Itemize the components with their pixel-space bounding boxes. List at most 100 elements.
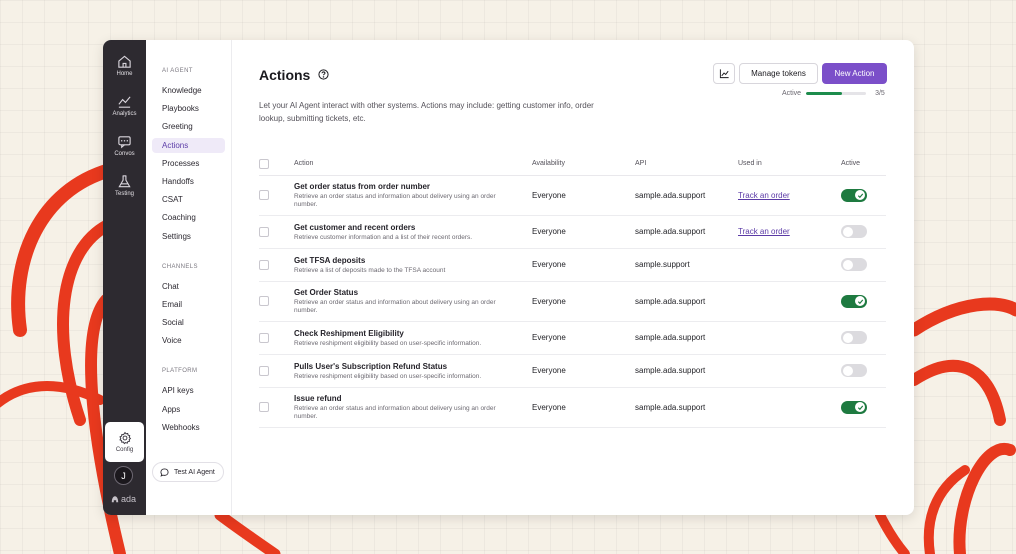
row-action-cell: Get customer and recent orders Retrieve … <box>294 215 532 249</box>
table-row[interactable]: Get TFSA deposits Retrieve a list of dep… <box>259 248 886 282</box>
row-select-cell <box>259 387 294 428</box>
used-in-link[interactable]: Track an order <box>738 227 790 236</box>
used-in-link[interactable]: Track an order <box>738 191 790 200</box>
nav-item-handoffs[interactable]: Handoffs <box>152 174 225 189</box>
rail-item-convos[interactable]: Convos <box>103 134 146 157</box>
rail-item-config[interactable]: Config <box>105 422 144 462</box>
help-icon[interactable] <box>318 69 329 80</box>
nav-item-chat[interactable]: Chat <box>152 279 225 294</box>
nav-item-coaching[interactable]: Coaching <box>152 210 225 225</box>
rail-item-testing[interactable]: Testing <box>103 174 146 197</box>
page-title: Actions <box>259 67 311 83</box>
action-name[interactable]: Pulls User's Subscription Refund Status <box>294 361 532 372</box>
nav-item-processes[interactable]: Processes <box>152 156 225 171</box>
action-name[interactable]: Get customer and recent orders <box>294 222 532 233</box>
active-toggle[interactable] <box>841 225 867 238</box>
row-availability: Everyone <box>532 175 635 216</box>
rail-item-home[interactable]: Home <box>103 54 146 77</box>
avatar[interactable]: J <box>114 466 133 485</box>
nav-item-greeting[interactable]: Greeting <box>152 119 225 134</box>
table-row[interactable]: Get customer and recent orders Retrieve … <box>259 215 886 249</box>
active-toggle[interactable] <box>841 258 867 271</box>
row-select-cell <box>259 215 294 249</box>
row-checkbox[interactable] <box>259 332 269 343</box>
table-row[interactable]: Get order status from order number Retri… <box>259 175 886 216</box>
action-name[interactable]: Get order status from order number <box>294 181 532 192</box>
new-action-button[interactable]: New Action <box>822 63 887 84</box>
action-description: Retrieve an order status and information… <box>294 299 496 314</box>
table-row[interactable]: Check Reshipment Eligibility Retrieve re… <box>259 321 886 355</box>
rail-item-analytics[interactable]: Analytics <box>103 94 146 117</box>
row-availability: Everyone <box>532 281 635 322</box>
line-chart-icon <box>719 69 729 79</box>
nav-item-apps[interactable]: Apps <box>152 402 225 417</box>
row-checkbox[interactable] <box>259 190 269 200</box>
nav-item-social[interactable]: Social <box>152 315 225 330</box>
table-row[interactable]: Issue refund Retrieve an order status an… <box>259 387 886 428</box>
row-availability: Everyone <box>532 387 635 428</box>
nav-section-title: CHANNELS <box>162 263 198 270</box>
nav-item-actions[interactable]: Actions <box>152 137 225 153</box>
row-action-cell: Get order status from order number Retri… <box>294 175 532 216</box>
nav-item-knowledge[interactable]: Knowledge <box>152 83 225 98</box>
nav-item-email[interactable]: Email <box>152 297 225 312</box>
home-icon <box>118 55 131 68</box>
action-description: Retrieve an order status and information… <box>294 405 496 420</box>
gear-icon <box>118 431 131 445</box>
row-select-cell <box>259 321 294 355</box>
app-window: Home Analytics Convos Testing Config J a… <box>103 40 914 515</box>
action-name[interactable]: Issue refund <box>294 393 532 404</box>
header-api: API <box>635 153 738 176</box>
active-toggle[interactable] <box>841 364 867 377</box>
actions-table: Action Availability API Used in Active G… <box>259 153 886 428</box>
header-active: Active <box>841 153 886 176</box>
select-all-checkbox[interactable] <box>259 158 269 169</box>
test-ai-agent-button[interactable]: Test AI Agent <box>152 462 224 482</box>
row-checkbox[interactable] <box>259 296 269 306</box>
toggle-knob <box>843 226 853 237</box>
toggle-knob <box>843 259 853 270</box>
toggle-knob <box>843 332 853 343</box>
active-toggle[interactable] <box>841 294 867 308</box>
active-meter-fill <box>806 91 843 95</box>
active-toggle[interactable] <box>841 188 867 202</box>
manage-tokens-button[interactable]: Manage tokens <box>739 63 818 84</box>
row-api: sample.ada.support <box>635 175 738 216</box>
row-select-cell <box>259 281 294 322</box>
table-row[interactable]: Get Order Status Retrieve an order statu… <box>259 281 886 322</box>
header-availability: Availability <box>532 153 635 176</box>
ada-logo-text: ada <box>121 494 137 504</box>
action-name[interactable]: Get TFSA deposits <box>294 255 532 266</box>
nav-item-voice[interactable]: Voice <box>152 333 225 348</box>
header-select-cell <box>259 153 294 176</box>
action-description: Retrieve a list of deposits made to the … <box>294 266 446 274</box>
row-checkbox[interactable] <box>259 259 269 270</box>
nav-item-settings[interactable]: Settings <box>152 229 225 244</box>
analytics-chart-button[interactable] <box>713 63 735 84</box>
nav-item-api-keys[interactable]: API keys <box>152 383 225 398</box>
flask-icon <box>118 175 131 188</box>
nav-item-playbooks[interactable]: Playbooks <box>152 101 225 116</box>
row-active-cell <box>841 321 886 355</box>
row-select-cell <box>259 248 294 282</box>
row-checkbox[interactable] <box>259 365 269 376</box>
analytics-icon <box>118 96 131 108</box>
row-api: sample.ada.support <box>635 387 738 428</box>
check-icon <box>857 193 863 198</box>
active-toggle[interactable] <box>841 331 867 344</box>
main-content: Actions Let your AI Agent interact with … <box>232 40 914 515</box>
action-name[interactable]: Get Order Status <box>294 287 532 298</box>
chat-bubble-icon <box>160 467 169 477</box>
active-meter-count: 3/5 <box>875 89 885 97</box>
row-action-cell: Get TFSA deposits Retrieve a list of dep… <box>294 248 532 282</box>
active-meter-track <box>806 91 867 95</box>
action-name[interactable]: Check Reshipment Eligibility <box>294 328 532 339</box>
nav-item-csat[interactable]: CSAT <box>152 192 225 207</box>
nav-item-webhooks[interactable]: Webhooks <box>152 420 225 435</box>
active-toggle[interactable] <box>841 400 867 414</box>
row-checkbox[interactable] <box>259 226 269 237</box>
row-checkbox[interactable] <box>259 402 269 412</box>
row-used-in-cell <box>738 248 841 282</box>
table-row[interactable]: Pulls User's Subscription Refund Status … <box>259 354 886 388</box>
row-active-cell <box>841 281 886 322</box>
